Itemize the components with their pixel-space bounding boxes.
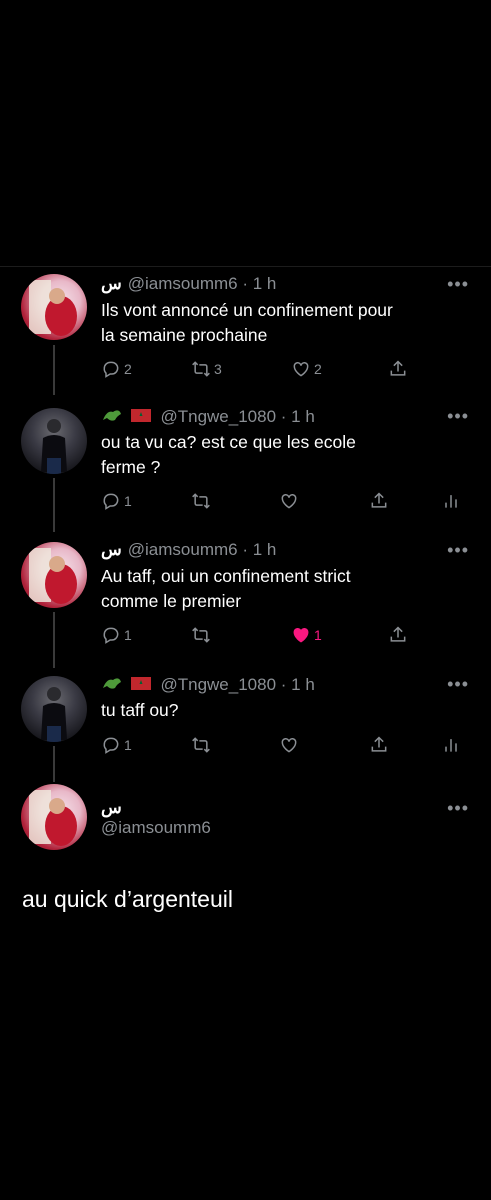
retweet-button[interactable]: 3 (191, 358, 222, 380)
thread-connector (53, 345, 55, 395)
thread-connector (53, 612, 55, 668)
reply-count: 1 (124, 737, 132, 753)
analytics-icon (445, 739, 457, 752)
tweet-text-line: la semaine prochaine (101, 325, 268, 345)
reply-count: 1 (124, 627, 132, 643)
display-name[interactable]: س (101, 540, 122, 559)
reply-count: 2 (124, 361, 132, 377)
like-button[interactable] (279, 490, 302, 512)
main-tweet-text: au quick d’argenteuil (22, 886, 233, 912)
tweet-text-line: tu taff ou? (101, 700, 179, 720)
reply-icon (103, 627, 119, 644)
username[interactable]: @iamsoumm6 (128, 540, 238, 559)
retweet-count: 3 (214, 361, 222, 377)
analytics-button[interactable] (441, 734, 464, 756)
more-icon[interactable]: ••• (447, 540, 469, 561)
divider (0, 266, 491, 267)
tweet-text-line: ferme ? (101, 457, 161, 477)
timestamp[interactable]: · 1 h (242, 274, 276, 293)
reply-icon (103, 493, 119, 510)
reply-icon (103, 737, 119, 754)
share-icon (390, 360, 406, 376)
share-icon (390, 626, 406, 642)
username[interactable]: @Tngwe_1080 (160, 675, 276, 694)
retweet-icon (192, 737, 210, 753)
more-icon[interactable]: ••• (447, 406, 469, 427)
like-icon (281, 737, 297, 753)
tweet-text-line: Au taff, oui un confinement strict (101, 566, 351, 586)
retweet-button[interactable] (191, 734, 214, 756)
reply-button[interactable]: 1 (101, 734, 132, 756)
reply-count: 1 (124, 493, 132, 509)
share-button[interactable] (369, 734, 392, 756)
analytics-button[interactable] (441, 490, 464, 512)
avatar[interactable] (21, 542, 87, 608)
reply-icon (103, 361, 119, 378)
retweet-icon (192, 493, 210, 509)
flag-icon (130, 407, 154, 428)
like-icon (281, 493, 297, 509)
tweet-text-line: Ils vont annoncé un confinement pour (101, 300, 393, 320)
like-count: 1 (314, 627, 322, 643)
reply-button[interactable]: 1 (101, 490, 132, 512)
more-icon[interactable]: ••• (447, 798, 469, 819)
timestamp[interactable]: · 1 h (242, 540, 276, 559)
reply-button[interactable]: 1 (101, 624, 132, 646)
avatar[interactable] (21, 784, 87, 850)
avatar[interactable] (21, 408, 87, 474)
timestamp[interactable]: · 1 h (281, 675, 315, 694)
username[interactable]: @Tngwe_1080 (160, 407, 276, 426)
avatar[interactable] (21, 676, 87, 742)
timestamp[interactable]: · 1 h (281, 407, 315, 426)
share-button[interactable] (388, 358, 411, 380)
flag-icon (130, 675, 154, 696)
share-icon (371, 492, 387, 508)
display-name[interactable]: س (101, 798, 122, 818)
tweet-text-line: ou ta vu ca? est ce que les ecole (101, 432, 356, 452)
username[interactable]: @iamsoumm6 (128, 274, 238, 293)
retweet-button[interactable] (191, 624, 214, 646)
tweet-text-line: comme le premier (101, 591, 242, 611)
retweet-icon (192, 361, 210, 377)
like-icon (293, 361, 309, 377)
more-icon[interactable]: ••• (447, 274, 469, 295)
like-button[interactable]: 1 (291, 624, 322, 646)
more-icon[interactable]: ••• (447, 674, 469, 695)
thread-connector (53, 746, 55, 782)
reply-button[interactable]: 2 (101, 358, 132, 380)
display-name[interactable]: س (101, 274, 122, 293)
retweet-button[interactable] (191, 490, 214, 512)
share-button[interactable] (388, 624, 411, 646)
like-icon (293, 627, 309, 643)
share-button[interactable] (369, 490, 392, 512)
like-count: 2 (314, 361, 322, 377)
like-button[interactable] (279, 734, 302, 756)
analytics-icon (445, 495, 457, 508)
thread-connector (53, 478, 55, 532)
like-button[interactable]: 2 (291, 358, 322, 380)
username[interactable]: @iamsoumm6 (101, 818, 211, 838)
lizard-emoji-icon (101, 674, 123, 697)
retweet-icon (192, 627, 210, 643)
avatar[interactable] (21, 274, 87, 340)
lizard-emoji-icon (101, 406, 123, 429)
share-icon (371, 736, 387, 752)
